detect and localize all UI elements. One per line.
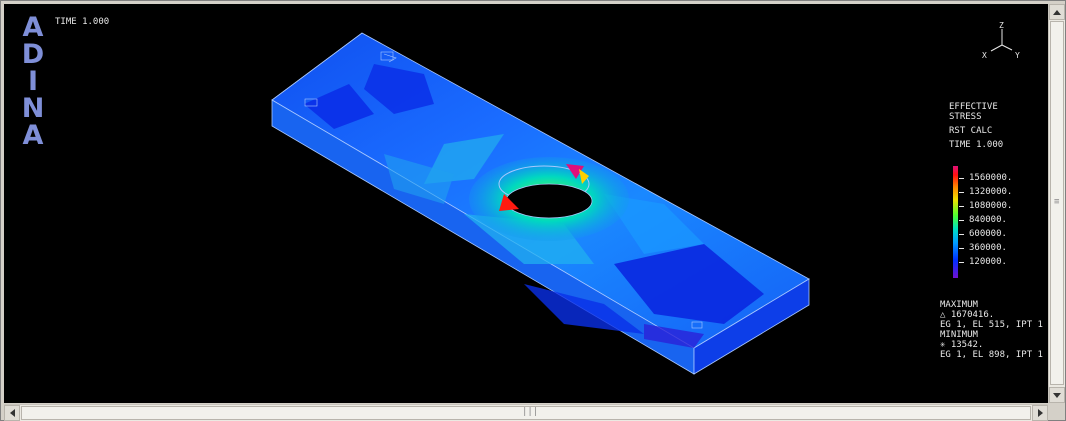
stress-legend: EFFECTIVE STRESS RST CALC TIME 1.000 156… — [949, 102, 1045, 278]
thumb-grip-icon: ≡ — [1054, 197, 1060, 207]
scroll-up-arrow-icon — [1053, 9, 1061, 15]
thumb-grip-icon: ||| — [522, 407, 539, 417]
axes-triad-icon: Z X Y — [982, 21, 1020, 60]
plate-hole — [505, 183, 593, 219]
extrema-panel: MAXIMUM △ 1670416. EG 1, EL 515, IPT 1 M… — [940, 300, 1043, 360]
legend-title: EFFECTIVE STRESS RST CALC TIME 1.000 — [949, 102, 1045, 150]
legend-title-line: TIME 1.000 — [949, 140, 1004, 150]
legend-tick-mark — [959, 248, 964, 249]
legend-colorbar — [953, 166, 958, 278]
legend-title-line: EFFECTIVE — [949, 102, 998, 112]
legend-tick-mark — [959, 234, 964, 235]
scroll-left-button[interactable] — [4, 405, 20, 421]
scrollbar-corner — [1048, 404, 1064, 420]
min-label: MINIMUM — [940, 330, 978, 340]
scroll-right-arrow-icon — [1037, 409, 1043, 417]
legend-title-line: STRESS — [949, 112, 982, 122]
max-label: MAXIMUM — [940, 300, 978, 310]
horizontal-scroll-thumb[interactable]: ||| — [21, 406, 1031, 420]
max-value: △ 1670416. — [940, 310, 995, 320]
min-value: ✳ 13542. — [940, 340, 984, 350]
legend-tick-label: 840000. — [969, 215, 1007, 225]
vertical-scrollbar[interactable]: ≡ — [1048, 4, 1065, 403]
scroll-down-button[interactable] — [1049, 387, 1065, 403]
legend-tick-mark — [959, 262, 964, 263]
axis-z-label: Z — [999, 21, 1004, 30]
adina-plot-viewport[interactable]: A D I N A TIME 1.000 Z X Y EFFECTIVE STR… — [4, 4, 1048, 403]
legend-tick-mark — [959, 220, 964, 221]
min-location: EG 1, EL 898, IPT 1 — [940, 350, 1043, 360]
legend-tick-label: 360000. — [969, 243, 1007, 253]
legend-tick-mark — [959, 178, 964, 179]
legend-tick-label: 120000. — [969, 257, 1007, 267]
scroll-up-button[interactable] — [1049, 4, 1065, 20]
graphics-window: A D I N A TIME 1.000 Z X Y EFFECTIVE STR… — [0, 0, 1066, 421]
legend-tick-mark — [959, 192, 964, 193]
vertical-scroll-thumb[interactable]: ≡ — [1050, 21, 1064, 385]
legend-title-line: RST CALC — [949, 126, 993, 136]
legend-tick-label: 1080000. — [969, 201, 1013, 211]
horizontal-scrollbar[interactable]: ||| — [4, 404, 1048, 421]
legend-tick-label: 1320000. — [969, 187, 1013, 197]
scroll-right-button[interactable] — [1032, 405, 1048, 421]
axis-y-label: Y — [1015, 51, 1020, 60]
max-location: EG 1, EL 515, IPT 1 — [940, 320, 1043, 330]
scroll-down-arrow-icon — [1053, 392, 1061, 398]
stress-model — [271, 32, 810, 375]
legend-tick-label: 1560000. — [969, 173, 1013, 183]
legend-tick-label: 600000. — [969, 229, 1007, 239]
legend-tick-mark — [959, 206, 964, 207]
scroll-left-arrow-icon — [9, 409, 15, 417]
axis-x-label: X — [982, 51, 987, 60]
